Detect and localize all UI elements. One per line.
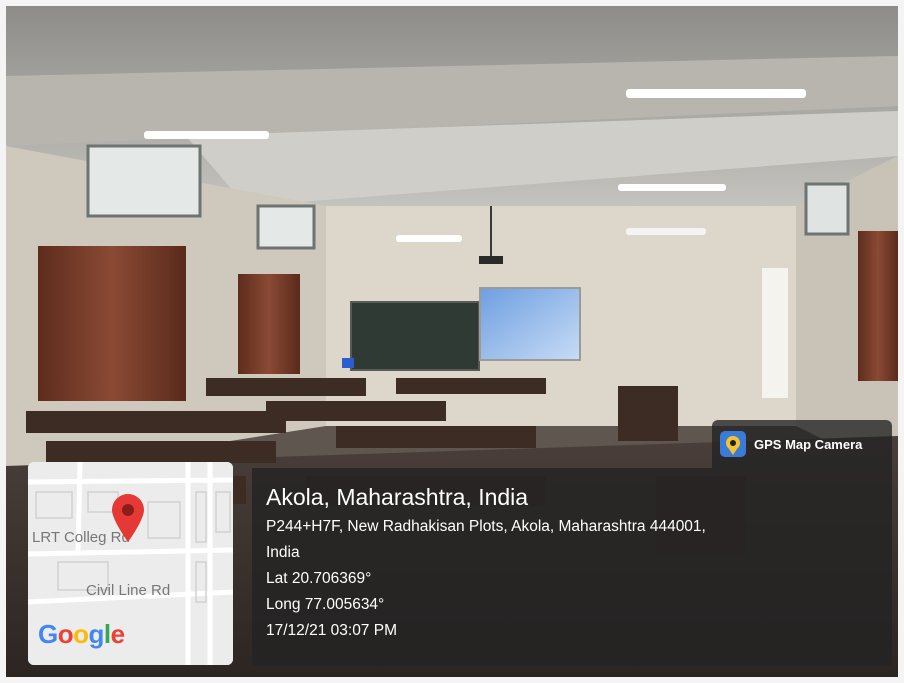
map-road-label: Civil Line Rd — [86, 582, 171, 599]
timestamp: 17/12/21 03:07 PM — [266, 622, 397, 639]
place-name: Akola, Maharashtra, India — [266, 484, 529, 510]
photo-frame: GPS Map Camera LRT Colleg Rd Civil Line … — [6, 6, 898, 677]
latitude: Lat 20.706369° — [266, 570, 372, 587]
address-line: P244+H7F, New Radhakisan Plots, Akola, M… — [266, 518, 706, 535]
badge-label: GPS Map Camera — [754, 436, 863, 452]
location-info-panel: Akola, Maharashtra, India P244+H7F, New … — [252, 468, 892, 666]
map-pin-icon — [112, 494, 144, 542]
gps-map-camera-icon — [720, 431, 746, 457]
longitude: Long 77.005634° — [266, 596, 385, 613]
map-thumbnail: LRT Colleg Rd Civil Line Rd Google — [28, 462, 233, 665]
google-logo: Google — [38, 619, 125, 649]
address-line: India — [266, 544, 300, 561]
gps-map-camera-badge: GPS Map Camera — [712, 420, 892, 468]
